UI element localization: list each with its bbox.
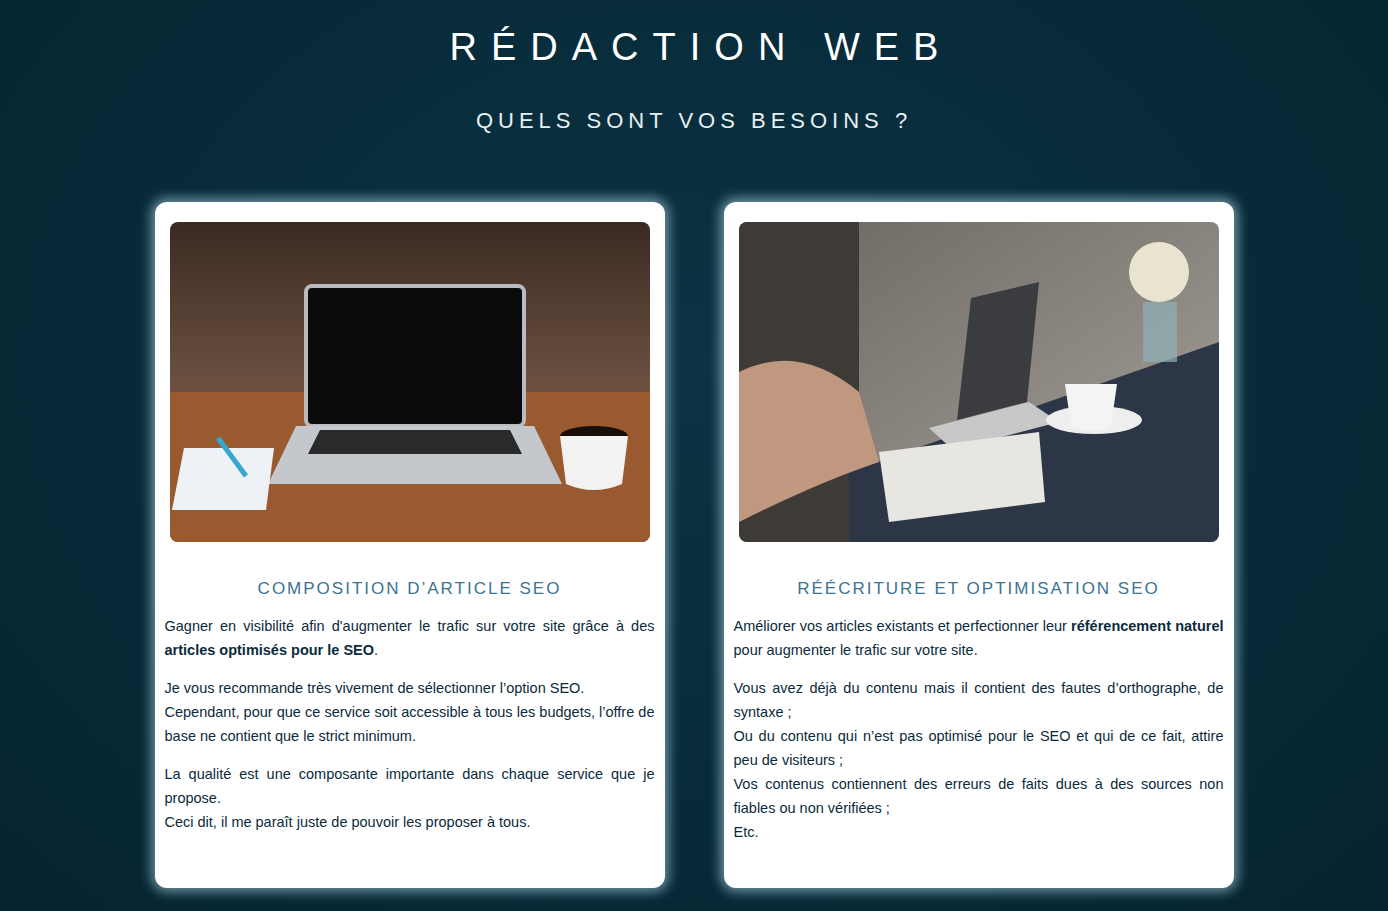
card-heading: COMPOSITION D’ARTICLE SEO bbox=[165, 578, 655, 600]
page-subtitle: QUELS SONT VOS BESOINS ? bbox=[476, 107, 912, 135]
card-paragraph: Gagner en visibilité afin d'augmenter le… bbox=[165, 614, 655, 662]
text-span: Gagner en visibilité afin d'augmenter le… bbox=[165, 618, 655, 634]
card-paragraph: Améliorer vos articles existants et perf… bbox=[734, 614, 1224, 662]
text-span: Etc. bbox=[734, 824, 759, 840]
text-span: pour augmenter le trafic sur votre site. bbox=[734, 642, 978, 658]
service-photo bbox=[739, 222, 1219, 542]
text-line: Ceci dit, il me paraît juste de pouvoir … bbox=[165, 810, 655, 834]
text-line: Vous avez déjà du contenu mais il contie… bbox=[734, 676, 1224, 724]
service-card: RÉÉCRITURE ET OPTIMISATION SEO Améliorer … bbox=[724, 202, 1234, 888]
text-line: Ou du contenu qui n’est pas optimisé pou… bbox=[734, 724, 1224, 772]
text-span: Vous avez déjà du contenu mais il contie… bbox=[734, 680, 1224, 720]
text-span: La qualité est une composante importante… bbox=[165, 766, 655, 806]
service-photo bbox=[170, 222, 650, 542]
text-line: Cependant, pour que ce service soit acce… bbox=[165, 700, 655, 748]
card-heading: RÉÉCRITURE ET OPTIMISATION SEO bbox=[734, 578, 1224, 600]
text-span: Vos contenus contiennent des erreurs de … bbox=[734, 776, 1224, 816]
text-span: . bbox=[374, 642, 378, 658]
service-card: COMPOSITION D’ARTICLE SEO Gagner en visib… bbox=[155, 202, 665, 888]
card-paragraph: Je vous recommande très vivement de séle… bbox=[165, 676, 655, 748]
text-line: Etc. bbox=[734, 820, 1224, 844]
text-line: Vos contenus contiennent des erreurs de … bbox=[734, 772, 1224, 820]
page: RÉDACTION WEB QUELS SONT VOS BESOINS ? COM… bbox=[0, 0, 1388, 888]
text-line: Gagner en visibilité afin d'augmenter le… bbox=[165, 614, 655, 662]
text-span: Ceci dit, il me paraît juste de pouvoir … bbox=[165, 814, 531, 830]
bold-text: articles optimisés pour le SEO bbox=[165, 642, 375, 658]
text-span: Je vous recommande très vivement de séle… bbox=[165, 680, 585, 696]
text-line: Améliorer vos articles existants et perf… bbox=[734, 614, 1224, 662]
text-span: Améliorer vos articles existants et perf… bbox=[734, 618, 1072, 634]
text-line: La qualité est une composante importante… bbox=[165, 762, 655, 810]
text-line: Je vous recommande très vivement de séle… bbox=[165, 676, 655, 700]
cards-row: COMPOSITION D’ARTICLE SEO Gagner en visib… bbox=[155, 202, 1234, 888]
card-paragraph: Vous avez déjà du contenu mais il contie… bbox=[734, 676, 1224, 844]
card-paragraph: La qualité est une composante importante… bbox=[165, 762, 655, 834]
page-title: RÉDACTION WEB bbox=[436, 24, 953, 70]
text-span: Cependant, pour que ce service soit acce… bbox=[165, 704, 655, 744]
text-span: Ou du contenu qui n’est pas optimisé pou… bbox=[734, 728, 1224, 768]
bold-text: référencement naturel bbox=[1071, 618, 1223, 634]
